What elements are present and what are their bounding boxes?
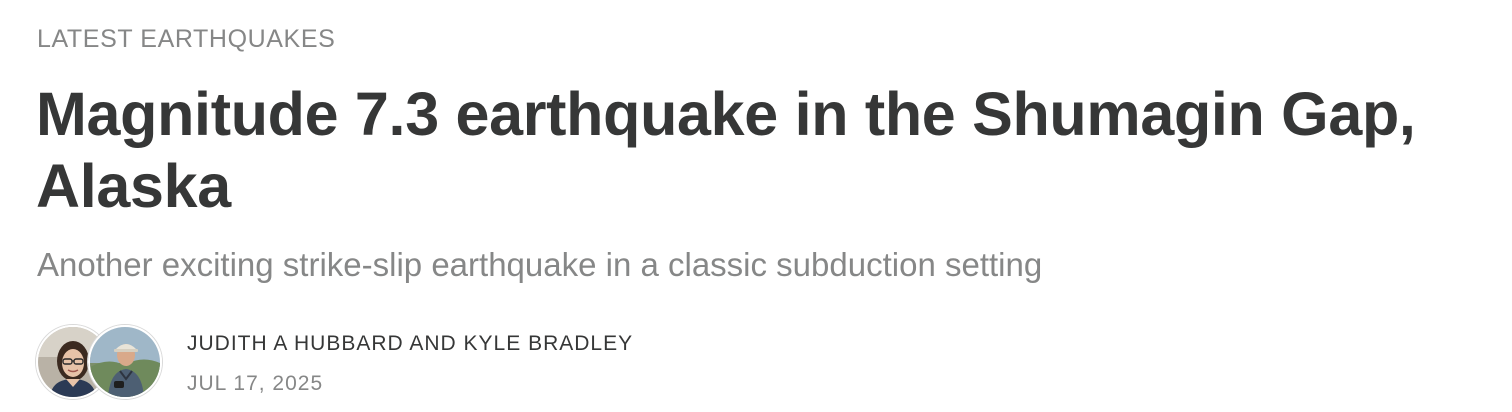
author-photo-icon	[90, 327, 160, 397]
byline: JUDITH A HUBBARD AND KYLE BRADLEY JUL 17…	[36, 325, 836, 399]
author-avatar-kyle[interactable]	[88, 325, 162, 399]
post-date: JUL 17, 2025	[187, 372, 324, 395]
post-header: LATEST EARTHQUAKES Magnitude 7.3 earthqu…	[0, 0, 1512, 412]
post-title: Magnitude 7.3 earthquake in the Shumagin…	[36, 80, 1416, 220]
author-names-link[interactable]: JUDITH A HUBBARD AND KYLE BRADLEY	[187, 331, 633, 357]
post-subtitle: Another exciting strike-slip earthquake …	[37, 246, 1043, 283]
section-label[interactable]: LATEST EARTHQUAKES	[37, 24, 335, 54]
